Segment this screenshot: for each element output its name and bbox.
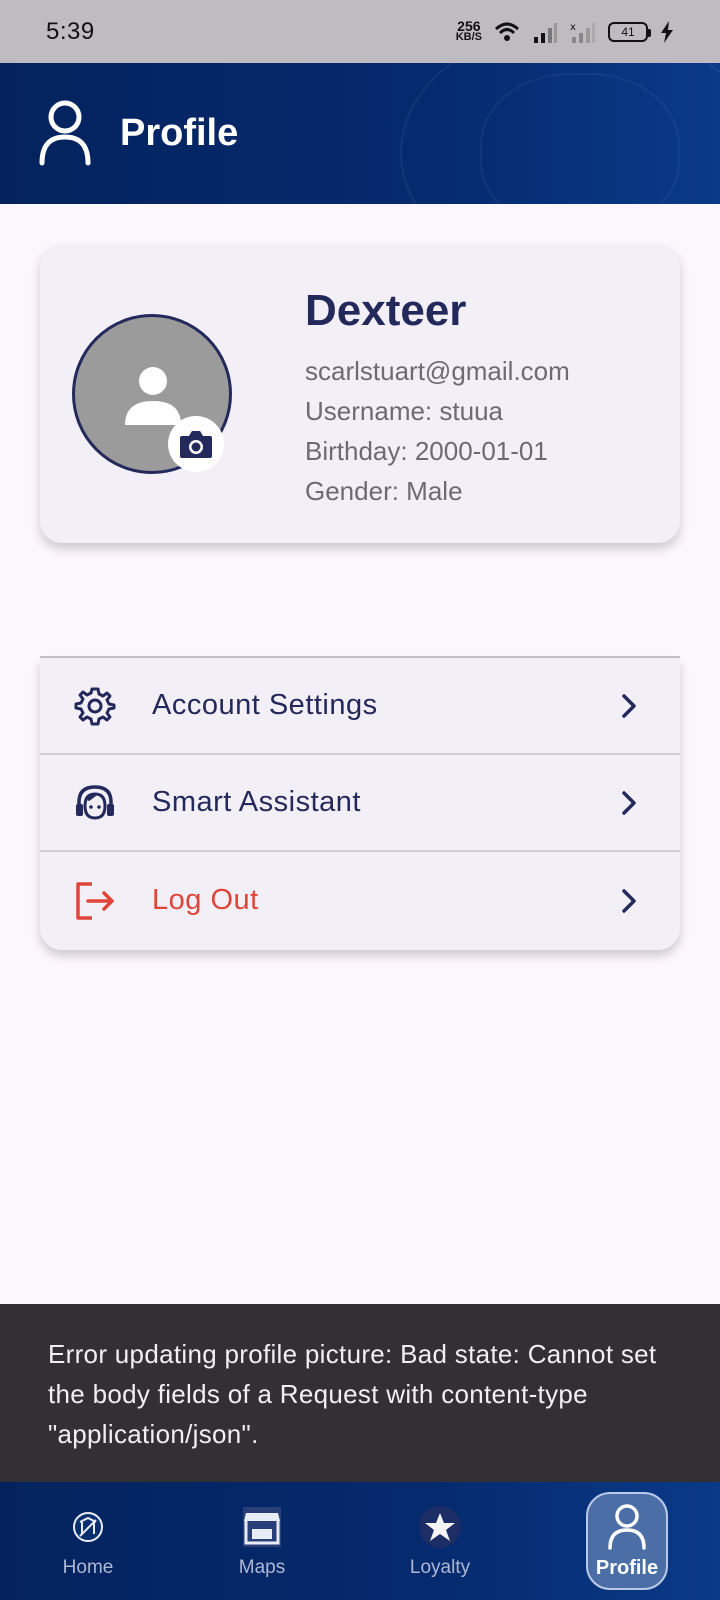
nav-home[interactable]: Home bbox=[18, 1482, 158, 1600]
nav-maps[interactable]: Maps bbox=[192, 1482, 332, 1600]
chevron-right-icon bbox=[622, 790, 636, 815]
profile-card: Dexteer scarlstuart@gmail.com Username: … bbox=[40, 244, 680, 543]
menu-item-smart-assistant[interactable]: Smart Assistant bbox=[40, 755, 680, 852]
status-icons: 256 KB/S x 41 bbox=[455, 19, 674, 43]
profile-gender: Gender: Male bbox=[305, 476, 463, 506]
logout-icon bbox=[76, 881, 114, 920]
nav-label: Home bbox=[62, 1557, 114, 1578]
nav-label: Profile bbox=[595, 1556, 659, 1579]
camera-icon bbox=[180, 431, 212, 458]
page-title: Profile bbox=[120, 112, 239, 154]
bottom-navigation: Home Maps Loyalty Profile bbox=[0, 1482, 720, 1600]
profile-name: Dexteer bbox=[305, 286, 467, 335]
app-header: Profile bbox=[0, 63, 720, 204]
status-time: 5:39 bbox=[46, 17, 95, 45]
avatar-placeholder-icon bbox=[125, 367, 181, 425]
settings-menu: Account Settings Smart Assistant Log Out bbox=[40, 658, 680, 950]
chevron-right-icon bbox=[622, 888, 636, 913]
change-photo-button[interactable] bbox=[168, 416, 224, 472]
home-icon bbox=[64, 1503, 112, 1551]
signal-icon bbox=[534, 22, 557, 43]
gear-icon bbox=[74, 687, 116, 725]
svg-text:x: x bbox=[570, 22, 576, 33]
person-icon bbox=[603, 1503, 651, 1551]
nav-label: Maps bbox=[238, 1557, 286, 1578]
menu-item-label: Account Settings bbox=[152, 689, 378, 721]
battery-level: 41 bbox=[621, 24, 635, 39]
chevron-right-icon bbox=[622, 693, 636, 718]
star-icon bbox=[416, 1503, 464, 1551]
menu-item-account-settings[interactable]: Account Settings bbox=[40, 658, 680, 755]
menu-item-label: Smart Assistant bbox=[152, 786, 361, 818]
nav-loyalty[interactable]: Loyalty bbox=[370, 1482, 510, 1600]
profile-email: scarlstuart@gmail.com bbox=[305, 356, 570, 386]
error-snackbar: Error updating profile picture: Bad stat… bbox=[0, 1304, 720, 1482]
nav-profile[interactable]: Profile bbox=[586, 1492, 668, 1590]
snackbar-message: Error updating profile picture: Bad stat… bbox=[48, 1339, 657, 1449]
profile-username: Username: stuua bbox=[305, 396, 503, 426]
network-speed: 256 KB/S bbox=[455, 19, 482, 43]
headset-icon bbox=[76, 784, 114, 820]
network-speed-unit: KB/S bbox=[455, 30, 482, 43]
battery-icon: 41 bbox=[608, 21, 651, 42]
nav-label: Loyalty bbox=[409, 1557, 471, 1578]
person-icon bbox=[39, 100, 91, 165]
profile-birthday: Birthday: 2000-01-01 bbox=[305, 436, 548, 466]
charging-icon bbox=[661, 20, 673, 43]
signal-no-sim-icon: x bbox=[570, 22, 595, 43]
wifi-icon bbox=[494, 22, 520, 41]
menu-item-label: Log Out bbox=[152, 884, 259, 916]
header-decoration bbox=[480, 73, 680, 204]
status-bar: 5:39 256 KB/S x 41 bbox=[0, 0, 720, 63]
store-icon bbox=[238, 1503, 286, 1551]
menu-item-log-out[interactable]: Log Out bbox=[40, 852, 680, 949]
